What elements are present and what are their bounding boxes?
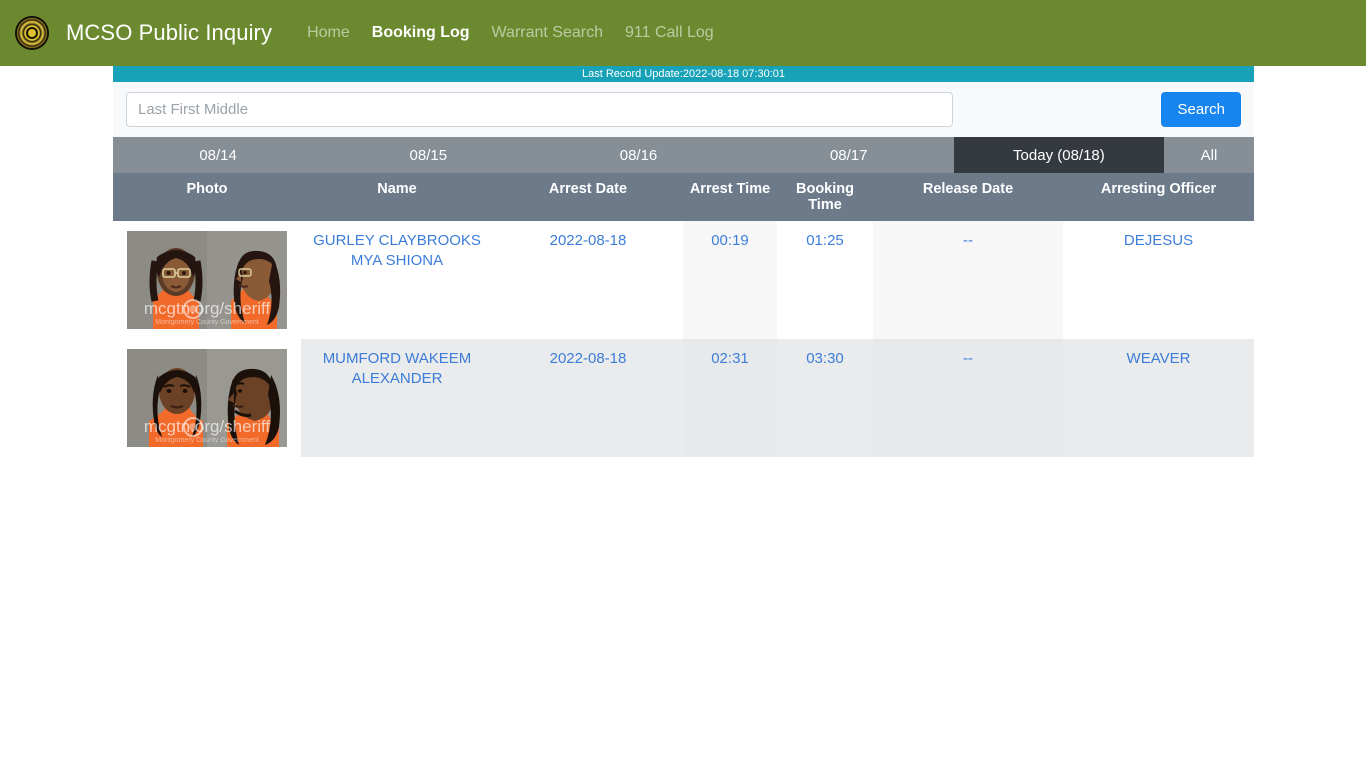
svg-text:Montgomery County Government: Montgomery County Government (155, 437, 259, 444)
name-cell[interactable]: MUMFORD WAKEEM ALEXANDER (301, 339, 493, 457)
booking-time-cell[interactable]: 01:25 (777, 221, 873, 339)
column-header-arresting-officer[interactable]: Arresting Officer (1063, 173, 1254, 221)
release-date-value[interactable]: -- (963, 232, 973, 249)
search-bar: Search (113, 82, 1254, 137)
nav-link-911-call-log[interactable]: 911 Call Log (614, 24, 725, 42)
arresting-officer-cell[interactable]: WEAVER (1063, 339, 1254, 457)
nav-link-booking-log[interactable]: Booking Log (361, 24, 481, 42)
booking-time-cell[interactable]: 03:30 (777, 339, 873, 457)
search-input[interactable] (126, 92, 953, 127)
nav-link-home[interactable]: Home (296, 24, 361, 42)
column-header-arrest-date[interactable]: Arrest Date (493, 173, 683, 221)
date-tab-0817[interactable]: 08/17 (744, 137, 954, 173)
table-row: mcgtn.org/sheriff Montgomery County Gove… (113, 221, 1254, 339)
release-date-cell[interactable]: -- (873, 221, 1063, 339)
mugshot-image[interactable]: mcgtn.org/sheriff Montgomery County Gove… (127, 349, 287, 447)
date-tab-all[interactable]: All (1164, 137, 1254, 173)
svg-text:mcgtn.org/sheriff: mcgtn.org/sheriff (144, 417, 271, 436)
arrest-time-cell[interactable]: 00:19 (683, 221, 777, 339)
column-header-booking-time[interactable]: Booking Time (777, 173, 873, 221)
arrest-time-value[interactable]: 02:31 (711, 350, 749, 367)
release-date-cell[interactable]: -- (873, 339, 1063, 457)
table-header-row: Photo Name Arrest Date Arrest Time Booki… (113, 173, 1254, 221)
date-tab-0815[interactable]: 08/15 (323, 137, 533, 173)
main-content: Last Record Update:2022-08-18 07:30:01 S… (113, 66, 1254, 457)
booking-time-value[interactable]: 01:25 (806, 232, 844, 249)
arrest-date-cell[interactable]: 2022-08-18 (493, 339, 683, 457)
mugshot-image[interactable]: mcgtn.org/sheriff Montgomery County Gove… (127, 231, 287, 329)
column-header-name[interactable]: Name (301, 173, 493, 221)
nav-links: Home Booking Log Warrant Search 911 Call… (296, 24, 725, 42)
name-link[interactable]: GURLEY CLAYBROOKS MYA SHIONA (313, 232, 481, 269)
column-header-arrest-time[interactable]: Arrest Time (683, 173, 777, 221)
svg-text:mcgtn.org/sheriff: mcgtn.org/sheriff (144, 299, 271, 318)
release-date-value[interactable]: -- (963, 350, 973, 367)
last-record-update-bar: Last Record Update:2022-08-18 07:30:01 (113, 66, 1254, 82)
column-header-photo[interactable]: Photo (113, 173, 301, 221)
nav-link-warrant-search[interactable]: Warrant Search (481, 24, 614, 42)
table-row: mcgtn.org/sheriff Montgomery County Gove… (113, 339, 1254, 457)
date-tab-today[interactable]: Today (08/18) (953, 137, 1165, 173)
booking-time-value[interactable]: 03:30 (806, 350, 844, 367)
name-link[interactable]: MUMFORD WAKEEM ALEXANDER (323, 350, 472, 387)
arrest-date-cell[interactable]: 2022-08-18 (493, 221, 683, 339)
navbar: MCSO Public Inquiry Home Booking Log War… (0, 0, 1366, 66)
arrest-date-value[interactable]: 2022-08-18 (550, 232, 627, 249)
svg-text:Montgomery County Government: Montgomery County Government (155, 319, 259, 326)
date-tab-0816[interactable]: 08/16 (533, 137, 743, 173)
mugshot-cell[interactable]: mcgtn.org/sheriff Montgomery County Gove… (113, 339, 301, 457)
date-tabs: 08/14 08/15 08/16 08/17 Today (08/18) Al… (113, 137, 1254, 173)
arresting-officer-value[interactable]: DEJESUS (1124, 232, 1193, 249)
arrest-time-value[interactable]: 00:19 (711, 232, 749, 249)
arresting-officer-value[interactable]: WEAVER (1127, 350, 1191, 367)
sheriff-badge-icon (15, 16, 49, 50)
column-header-release-date[interactable]: Release Date (873, 173, 1063, 221)
name-cell[interactable]: GURLEY CLAYBROOKS MYA SHIONA (301, 221, 493, 339)
search-button[interactable]: Search (1161, 92, 1241, 127)
brand-title: MCSO Public Inquiry (66, 20, 273, 45)
mugshot-cell[interactable]: mcgtn.org/sheriff Montgomery County Gove… (113, 221, 301, 339)
booking-log-table: Photo Name Arrest Date Arrest Time Booki… (113, 173, 1254, 457)
arresting-officer-cell[interactable]: DEJESUS (1063, 221, 1254, 339)
date-tab-0814[interactable]: 08/14 (113, 137, 323, 173)
arrest-date-value[interactable]: 2022-08-18 (550, 350, 627, 367)
arrest-time-cell[interactable]: 02:31 (683, 339, 777, 457)
